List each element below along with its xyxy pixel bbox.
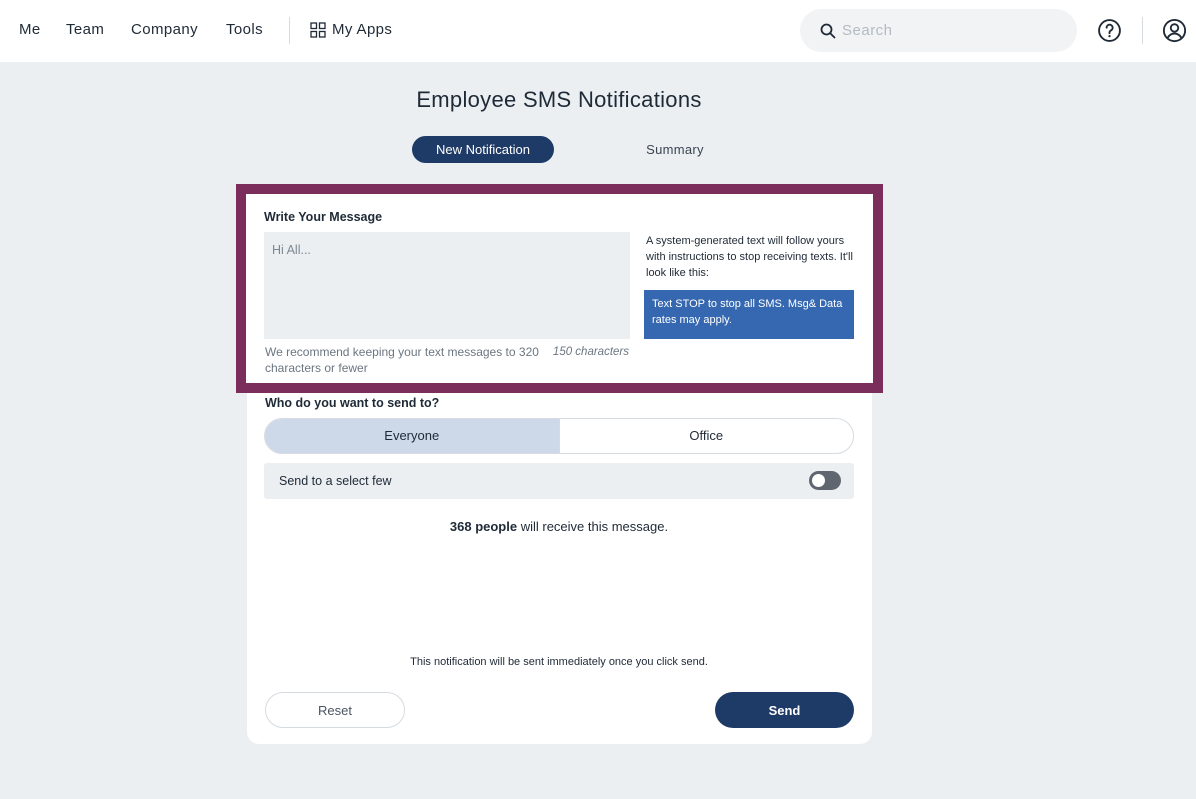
reset-button[interactable]: Reset bbox=[265, 692, 405, 728]
select-few-toggle[interactable] bbox=[809, 471, 841, 490]
option-everyone[interactable]: Everyone bbox=[265, 419, 559, 453]
message-label: Write Your Message bbox=[264, 210, 383, 224]
top-nav: Me Team Company Tools My Apps bbox=[0, 0, 1196, 62]
option-office[interactable]: Office bbox=[558, 419, 854, 453]
my-apps-label: My Apps bbox=[332, 21, 393, 38]
nav-divider bbox=[289, 17, 290, 44]
search-icon bbox=[820, 23, 836, 38]
tab-new-notification[interactable]: New Notification bbox=[412, 136, 554, 163]
grid-icon bbox=[310, 22, 326, 38]
recipient-count: 368 people bbox=[449, 519, 518, 534]
recipient-count-text: 368 people will receive this message. bbox=[264, 519, 854, 534]
nav-item-tools[interactable]: Tools bbox=[226, 21, 263, 39]
stop-text-preview: Text STOP to stop all SMS. Msg& Data rat… bbox=[644, 290, 854, 339]
search-bar[interactable] bbox=[800, 9, 1077, 52]
recipient-count-suffix: will receive this message. bbox=[517, 519, 669, 534]
send-button[interactable]: Send bbox=[715, 692, 854, 728]
tab-summary[interactable]: Summary bbox=[614, 136, 736, 163]
help-circle-icon[interactable] bbox=[1097, 18, 1122, 43]
nav-item-team[interactable]: Team bbox=[66, 21, 104, 39]
search-input[interactable] bbox=[842, 22, 1062, 39]
nav-item-me[interactable]: Me bbox=[19, 21, 41, 39]
system-text-note: A system-generated text will follow your… bbox=[646, 235, 853, 279]
nav-item-company[interactable]: Company bbox=[131, 21, 198, 39]
select-few-row: Send to a select few bbox=[264, 463, 854, 499]
character-count: 150 characters bbox=[552, 346, 629, 358]
my-apps-link[interactable]: My Apps bbox=[310, 21, 392, 39]
select-few-label: Send to a select few bbox=[279, 474, 392, 488]
recipients-label: Who do you want to send to? bbox=[265, 396, 440, 410]
page-title: Employee SMS Notifications bbox=[416, 87, 702, 112]
toggle-knob bbox=[812, 474, 825, 487]
message-length-hint: We recommend keeping your text messages … bbox=[265, 345, 539, 375]
user-circle-icon[interactable] bbox=[1162, 18, 1187, 43]
send-timing-note: This notification will be sent immediate… bbox=[410, 656, 708, 668]
recipient-selector: Everyone Office bbox=[264, 418, 854, 454]
nav-divider bbox=[1142, 17, 1143, 44]
message-input[interactable] bbox=[264, 232, 630, 339]
